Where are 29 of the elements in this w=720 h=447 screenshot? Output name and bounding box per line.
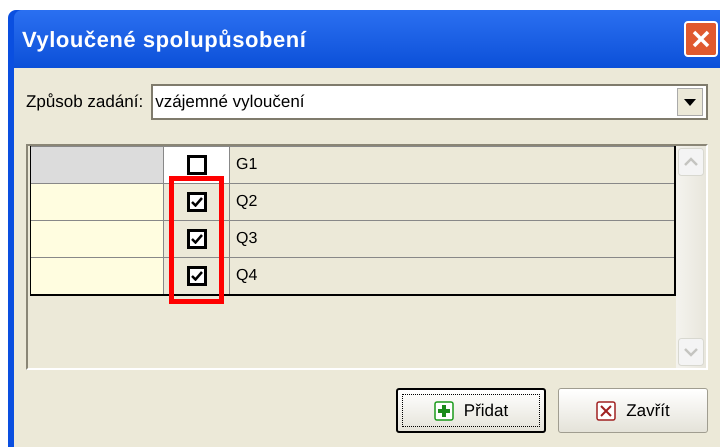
scroll-up-icon[interactable] xyxy=(678,148,704,176)
check-icon xyxy=(190,271,202,281)
mode-dropdown[interactable]: vzájemné vyloučení xyxy=(151,84,708,120)
close-button[interactable] xyxy=(684,21,718,57)
close-icon xyxy=(596,400,616,420)
add-button[interactable]: Přidat xyxy=(396,388,546,433)
row-header-cell[interactable] xyxy=(31,184,164,220)
checkbox[interactable] xyxy=(186,192,206,212)
row-header-cell[interactable] xyxy=(31,147,164,183)
dropdown-button[interactable] xyxy=(677,88,703,116)
window-title: Vyloučené spolupůsobení xyxy=(21,26,306,54)
table-cell-text: Q2 xyxy=(235,192,258,212)
checkbox[interactable] xyxy=(186,229,206,249)
scroll-down-icon[interactable] xyxy=(678,338,704,366)
row-header-cell[interactable] xyxy=(31,258,164,294)
table-cell-text: G1 xyxy=(235,155,258,175)
checkbox[interactable] xyxy=(186,266,206,286)
table-cell-text: Q4 xyxy=(235,266,258,286)
close-icon xyxy=(691,29,711,49)
table-cell-text: Q3 xyxy=(235,229,258,249)
check-icon xyxy=(190,234,202,244)
caret-icon xyxy=(684,98,696,106)
plus-icon xyxy=(434,400,454,420)
check-icon xyxy=(190,197,202,207)
checkbox[interactable] xyxy=(186,155,206,175)
field-label: Způsob zadání: xyxy=(26,91,144,114)
row-header-cell[interactable] xyxy=(31,221,164,257)
close-dialog-button[interactable]: Zavřít xyxy=(558,388,708,433)
scrollbar[interactable] xyxy=(676,146,706,368)
